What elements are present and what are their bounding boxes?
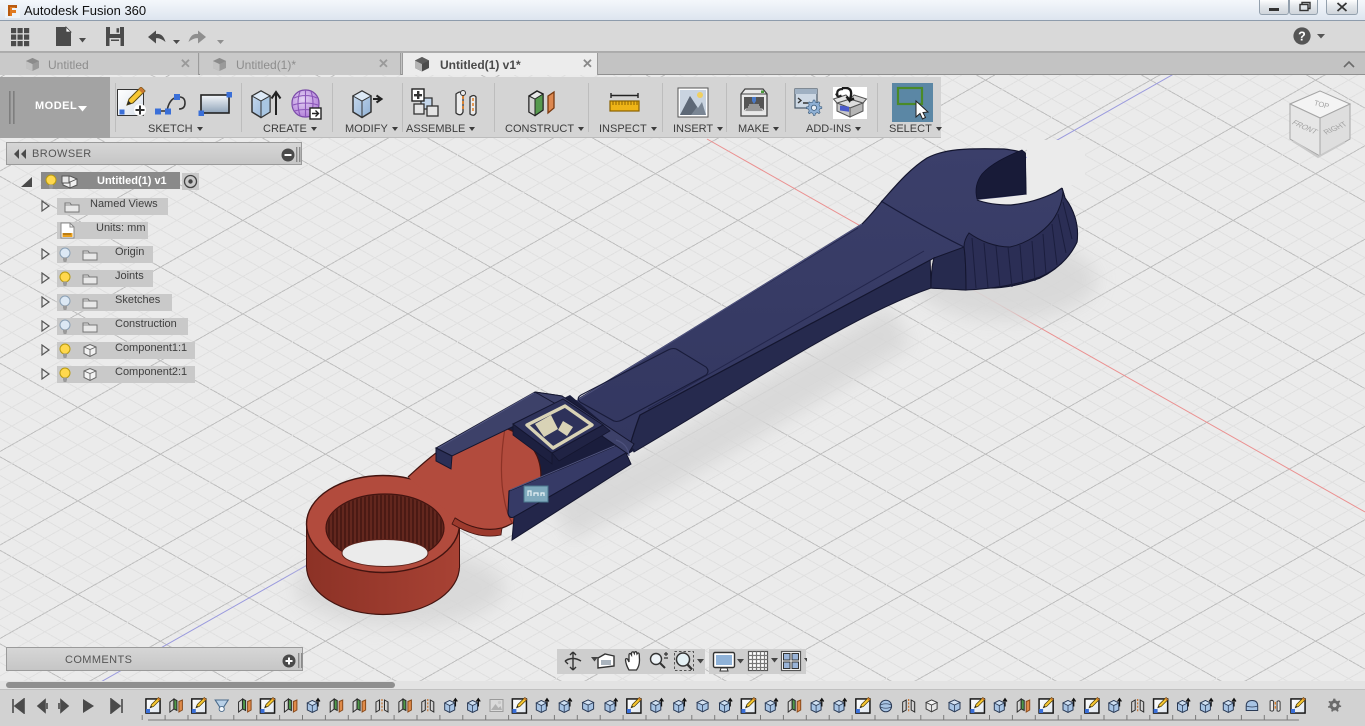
svg-text:?: ? <box>1298 29 1306 43</box>
